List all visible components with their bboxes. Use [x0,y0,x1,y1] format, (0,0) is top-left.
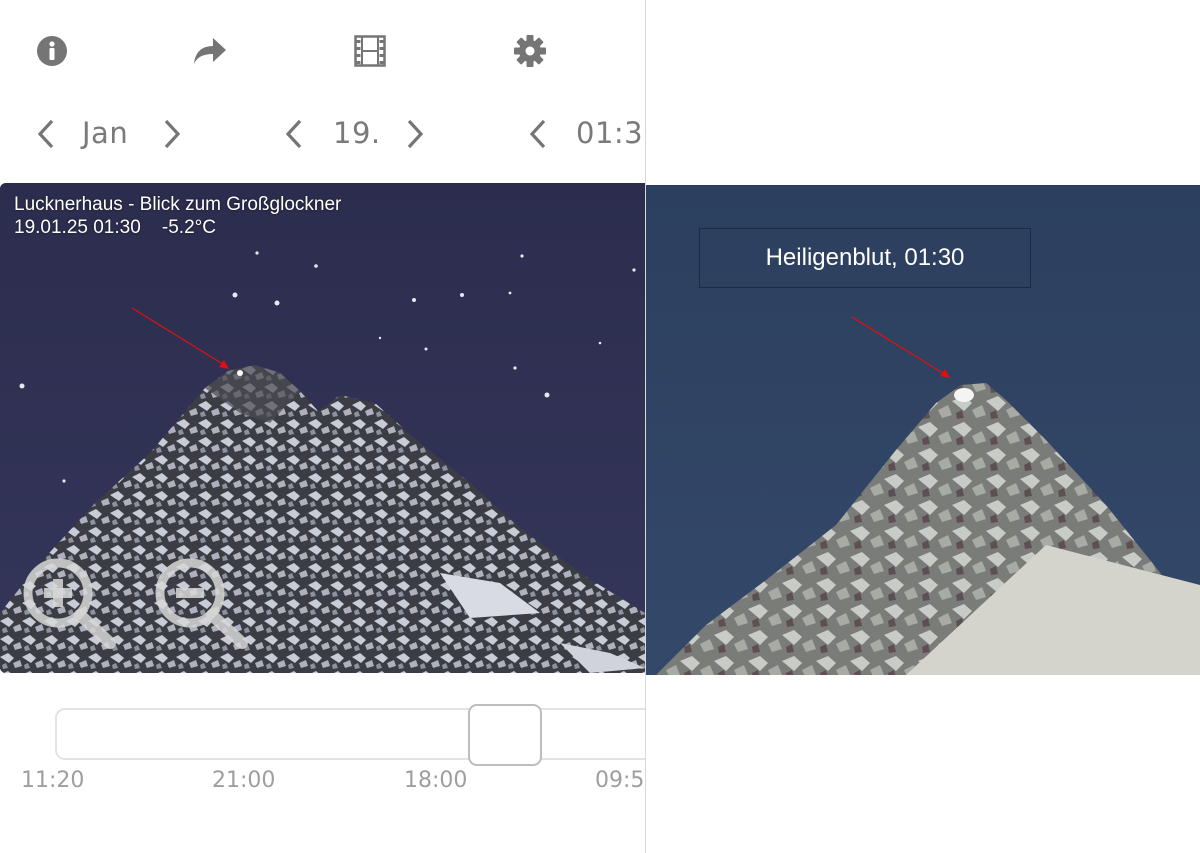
prev-month-chevron-icon[interactable] [32,116,62,152]
timeline-slider-handle[interactable] [468,704,542,766]
zoom-location-label: Heiligenblut, 01:30 [699,228,1031,288]
day-value: 19. [333,116,381,150]
webcam-app-panel: Jan 19. 01:30 [0,0,645,853]
gear-icon[interactable] [512,33,548,69]
zoomed-summit-image: Heiligenblut, 01:30 [646,185,1200,675]
next-month-chevron-icon[interactable] [156,116,186,152]
webcam-timestamp-temperature: 19.01.25 01:30 -5.2°C [14,217,216,238]
timeline-label: 09:50 [595,768,645,793]
prev-time-chevron-icon[interactable] [524,116,554,152]
timeline-label: 11:20 [21,768,85,793]
timeline-track[interactable] [55,708,645,760]
time-value: 01:30 [576,116,645,150]
film-icon[interactable] [352,33,388,69]
timeline-label: 21:00 [212,768,276,793]
webcam-title: Lucknerhaus - Blick zum Großglockner [14,194,342,215]
share-icon[interactable] [192,33,228,69]
timeline-label: 18:00 [404,768,468,793]
zoomed-view-panel: Heiligenblut, 01:30 [646,0,1200,853]
next-day-chevron-icon[interactable] [399,116,429,152]
info-icon[interactable] [34,33,70,69]
zoom-out-icon[interactable] [152,555,252,655]
webcam-caption: Lucknerhaus - Blick zum Großglockner 19.… [14,193,341,239]
prev-day-chevron-icon[interactable] [280,116,310,152]
zoom-location-text: Heiligenblut, 01:30 [765,244,965,271]
zoom-in-icon[interactable] [20,555,120,655]
month-value: Jan [82,116,129,150]
